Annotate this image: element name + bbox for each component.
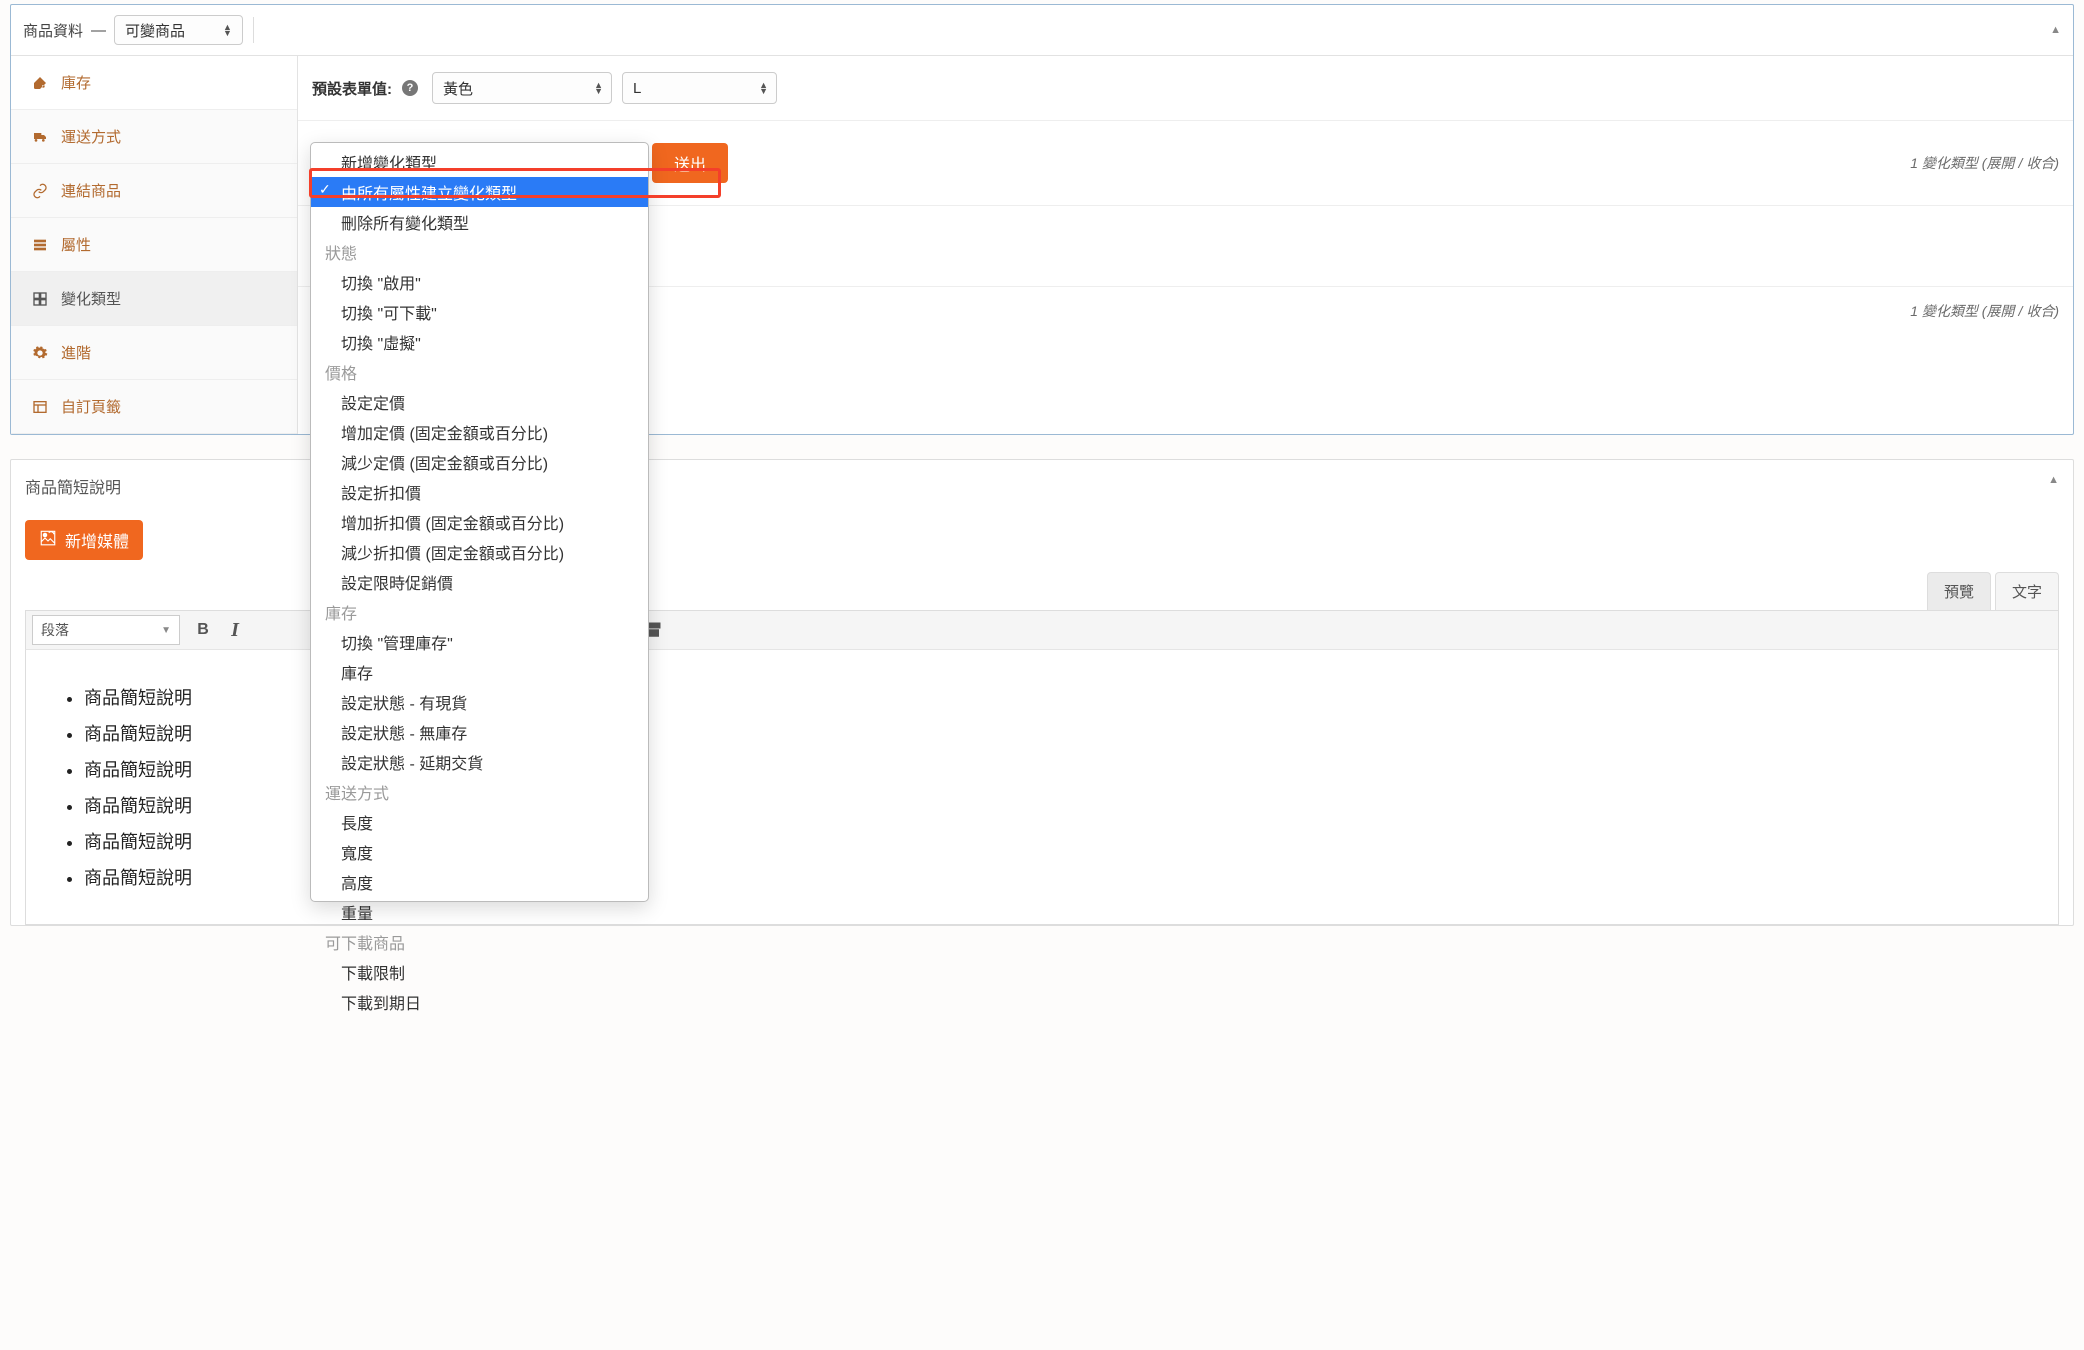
updown-icon: ▲▼ — [594, 82, 603, 94]
sidebar-item-label: 庫存 — [61, 72, 91, 93]
dd-item[interactable]: 設定狀態 - 延期交貨 — [311, 747, 648, 777]
product-type-value: 可變商品 — [125, 20, 185, 41]
add-media-label: 新增媒體 — [65, 528, 129, 552]
updown-icon: ▲▼ — [223, 24, 232, 36]
add-media-button[interactable]: 新增媒體 — [25, 520, 143, 560]
sidebar-item-label: 連結商品 — [61, 180, 121, 201]
variation-count: 1 變化類型 — [1910, 153, 1978, 173]
dd-item[interactable]: 設定定價 — [311, 387, 648, 417]
variation-summary-top: 1 變化類型 ( 展開 / 收合 ) — [1910, 153, 2059, 173]
default-size-value: L — [633, 80, 641, 97]
chevron-down-icon: ▼ — [161, 625, 171, 636]
sidebar-item-shipping[interactable]: 運送方式 — [11, 110, 297, 164]
dd-item[interactable]: 重量 — [311, 897, 648, 927]
dd-item[interactable]: 下載限制 — [311, 957, 648, 987]
help-icon[interactable]: ? — [402, 80, 418, 96]
truck-icon — [29, 129, 51, 145]
dd-group: 可下載商品 — [311, 927, 648, 957]
dd-item[interactable]: 庫存 — [311, 657, 648, 687]
dd-item[interactable]: 設定狀態 - 無庫存 — [311, 717, 648, 747]
dd-item[interactable]: 高度 — [311, 867, 648, 897]
list-icon — [29, 237, 51, 253]
collapse-caret-icon[interactable]: ▲ — [2048, 474, 2059, 486]
sidebar-item-inventory[interactable]: 庫存 — [11, 56, 297, 110]
dd-item[interactable]: 減少定價 (固定金額或百分比) — [311, 447, 648, 477]
dd-item[interactable]: 刪除所有變化類型 — [311, 207, 648, 237]
media-icon — [39, 529, 57, 552]
bold-button[interactable]: B — [188, 615, 218, 645]
dd-group: 價格 — [311, 357, 648, 387]
format-select[interactable]: 段落 ▼ — [32, 615, 180, 645]
expand-link[interactable]: 展開 — [1986, 301, 2014, 321]
format-value: 段落 — [41, 620, 69, 640]
link-icon — [29, 183, 51, 199]
collapse-link[interactable]: 收合 — [2026, 301, 2054, 321]
dd-item[interactable]: 切換 "管理庫存" — [311, 627, 648, 657]
sidebar-item-label: 運送方式 — [61, 126, 121, 147]
submit-button[interactable]: 送出 — [652, 143, 728, 183]
gear-icon — [29, 345, 51, 361]
divider — [253, 17, 254, 43]
dd-item[interactable]: 設定折扣價 — [311, 477, 648, 507]
product-data-header: 商品資料 — 可變商品 ▲▼ ▲ — [11, 5, 2073, 56]
sidebar-item-attributes[interactable]: 屬性 — [11, 218, 297, 272]
dd-item[interactable]: 切換 "虛擬" — [311, 327, 648, 357]
expand-link[interactable]: 展開 — [1986, 153, 2014, 173]
tab-visual[interactable]: 預覽 — [1927, 572, 1991, 610]
sidebar-item-label: 變化類型 — [61, 288, 121, 309]
italic-button[interactable]: I — [220, 615, 250, 645]
layout-icon — [29, 399, 51, 415]
product-data-title: 商品資料 — [23, 20, 83, 41]
default-form-row: 預設表單值: ? 黃色 ▲▼ L ▲▼ — [298, 56, 2073, 121]
bulk-action-dropdown[interactable]: 新增變化類型 由所有屬性建立變化類型 刪除所有變化類型 狀態 切換 "啟用" 切… — [310, 142, 649, 902]
sidebar-item-advanced[interactable]: 進階 — [11, 326, 297, 380]
sidebar-item-variations[interactable]: 變化類型 — [11, 272, 297, 326]
sidebar-item-linked[interactable]: 連結商品 — [11, 164, 297, 218]
sidebar-item-custom-tab[interactable]: 自訂頁籤 — [11, 380, 297, 434]
product-data-tabs: 庫存 運送方式 連結商品 屬性 — [11, 56, 298, 434]
tag-icon — [29, 75, 51, 91]
dd-group: 庫存 — [311, 597, 648, 627]
dd-item[interactable]: 下載到期日 — [311, 987, 648, 1017]
dd-item[interactable]: 增加定價 (固定金額或百分比) — [311, 417, 648, 447]
dd-item[interactable]: 切換 "啟用" — [311, 267, 648, 297]
default-color-select[interactable]: 黃色 ▲▼ — [432, 72, 612, 104]
collapse-caret-icon[interactable]: ▲ — [2050, 24, 2061, 36]
dd-group: 狀態 — [311, 237, 648, 267]
dd-item[interactable]: 設定限時促銷價 — [311, 567, 648, 597]
dd-item-selected[interactable]: 由所有屬性建立變化類型 — [311, 177, 648, 207]
default-size-select[interactable]: L ▲▼ — [622, 72, 777, 104]
short-description-title: 商品簡短說明 — [25, 474, 121, 498]
default-color-value: 黃色 — [443, 78, 473, 99]
dd-group: 運送方式 — [311, 777, 648, 807]
dd-item[interactable]: 寬度 — [311, 837, 648, 867]
variation-count: 1 變化類型 — [1910, 301, 1978, 321]
sidebar-item-label: 自訂頁籤 — [61, 396, 121, 417]
dd-item[interactable]: 增加折扣價 (固定金額或百分比) — [311, 507, 648, 537]
collapse-link[interactable]: 收合 — [2026, 153, 2054, 173]
sidebar-item-label: 屬性 — [61, 234, 91, 255]
dash-sep: — — [91, 22, 106, 39]
dd-item[interactable]: 切換 "可下載" — [311, 297, 648, 327]
sidebar-item-label: 進階 — [61, 342, 91, 363]
tab-text[interactable]: 文字 — [1995, 572, 2059, 610]
dd-item[interactable]: 設定狀態 - 有現貨 — [311, 687, 648, 717]
dd-item[interactable]: 新增變化類型 — [311, 147, 648, 177]
dd-item[interactable]: 減少折扣價 (固定金額或百分比) — [311, 537, 648, 567]
grid-icon — [29, 291, 51, 307]
updown-icon: ▲▼ — [759, 82, 768, 94]
default-form-label: 預設表單值: — [312, 78, 392, 99]
product-type-select[interactable]: 可變商品 ▲▼ — [114, 15, 243, 45]
dd-item[interactable]: 長度 — [311, 807, 648, 837]
